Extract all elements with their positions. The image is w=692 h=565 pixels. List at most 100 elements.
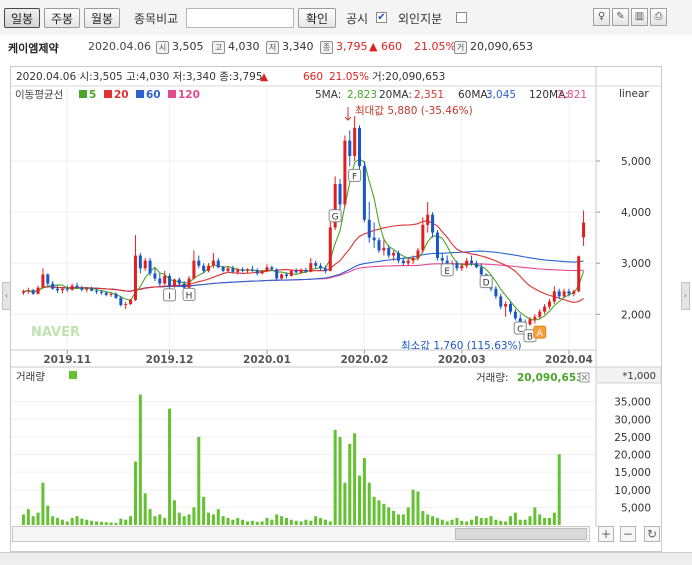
candle-body (387, 247, 391, 256)
ma-value-name: 20MA: (379, 89, 412, 101)
volume-bar (114, 522, 118, 525)
ma-5-line (23, 158, 585, 321)
date-tick-label: 2020.01 (243, 354, 291, 366)
volume-bar (479, 517, 483, 525)
candle-body (236, 269, 240, 272)
candle-body (338, 184, 342, 205)
stock-chart[interactable]: 2,000 3,000 4,000 5,000 2019.11 2019.12 2020.… (11, 67, 662, 527)
candle-body (465, 260, 469, 266)
candle-body (133, 255, 137, 300)
refresh-icon[interactable]: ↻ (644, 526, 660, 542)
volume-bar (426, 514, 430, 525)
volume-bar (187, 514, 191, 525)
candle-body (494, 288, 498, 297)
candle-body (392, 252, 396, 256)
chart-scroll-left-icon[interactable]: ‹ (2, 282, 11, 310)
volume-bar (94, 521, 99, 525)
candle-body (343, 140, 347, 205)
volume-bar (328, 521, 332, 525)
volume-bar (377, 500, 381, 525)
panel-icon[interactable]: ▥ (631, 8, 648, 26)
volume-bar (202, 496, 206, 525)
volume-bar (382, 503, 386, 525)
candle-body (499, 296, 503, 307)
candle-body (109, 293, 113, 295)
open-icon: 시 (156, 40, 169, 54)
summary-volume: 거 20,090,653 (454, 40, 533, 54)
volume-bar (36, 512, 40, 525)
table-header-strip (0, 552, 692, 565)
volume-bar (543, 517, 547, 525)
volume-bar (445, 521, 449, 525)
candle-body (294, 270, 298, 273)
candle-body (202, 265, 206, 271)
pen-icon[interactable]: ✎ (612, 8, 629, 26)
compare-input[interactable] (186, 8, 294, 28)
tab-weekly[interactable]: 주봉 (44, 8, 80, 28)
candle-body (572, 291, 576, 294)
candle-body (60, 288, 64, 291)
volume-bar (153, 516, 157, 525)
candle-body (85, 288, 89, 290)
tab-daily[interactable]: 일봉 (4, 8, 40, 28)
candle-body (70, 285, 74, 290)
ma-value-name: 5MA: (315, 89, 341, 101)
bulb-icon[interactable]: ♀ (593, 8, 610, 26)
candle-body (304, 269, 308, 272)
date-tick-label: 2020.02 (340, 354, 388, 366)
tab-monthly[interactable]: 월봉 (84, 8, 120, 28)
foreign-checkbox[interactable] (456, 12, 467, 23)
price-tick-label: 5,000 (621, 156, 651, 168)
candle-body (36, 287, 40, 294)
volume-bar (323, 519, 327, 525)
candle-body (250, 269, 254, 271)
volume-bar (172, 500, 176, 525)
ma-value: 3,045 (486, 89, 516, 101)
horizontal-scrollbar[interactable] (12, 526, 590, 542)
scrollbar-thumb[interactable] (455, 528, 587, 540)
print-icon[interactable]: ⎙ (650, 8, 667, 26)
volume-bar (148, 509, 152, 525)
volume-bar (289, 519, 293, 525)
confirm-button[interactable]: 확인 (298, 8, 336, 28)
zoom-out-icon[interactable]: − (620, 526, 636, 542)
chart-area[interactable]: 2,000 3,000 4,000 5,000 2019.11 2019.12 2020.… (10, 66, 662, 552)
chart-scroll-right-icon[interactable]: › (681, 282, 690, 310)
ma-legend-swatch (79, 90, 87, 98)
volume-bar (299, 521, 303, 525)
candle-body (557, 291, 561, 297)
ma-legend-swatch (168, 90, 176, 98)
compare-label: 종목비교 (134, 12, 179, 26)
ma-value: 2,823 (347, 89, 377, 101)
disclosure-checkbox[interactable]: ✔ (376, 12, 387, 23)
volume-bar (70, 517, 74, 525)
volume-bar (192, 507, 196, 525)
candle-body (440, 258, 444, 261)
summary-high-value: 4,030 (228, 40, 260, 53)
candle-body (216, 260, 220, 268)
volume-bar (104, 522, 108, 525)
summary-change-pct: 21.05% (414, 40, 456, 53)
candle-body (543, 306, 547, 312)
candle-body (177, 279, 181, 284)
summary-change: ▲ 660 (369, 40, 402, 53)
volume-bar (353, 433, 357, 525)
volume-bar (284, 517, 288, 525)
volume-bar (421, 510, 425, 525)
marker-label: E (444, 267, 450, 277)
candle-body (255, 270, 259, 274)
marker-label: I (168, 292, 171, 302)
date-tick-label: 2019.12 (146, 354, 194, 366)
zoom-in-icon[interactable]: + (598, 526, 614, 542)
candle-body (226, 268, 230, 271)
volume-bar (367, 482, 371, 525)
volume-bar (358, 475, 362, 525)
marker-label: D (483, 279, 490, 289)
price-tick-label: 2,000 (621, 309, 651, 321)
volume-bar (250, 520, 254, 525)
date-tick-label: 2020.04 (545, 354, 593, 366)
volume-bar (440, 519, 444, 525)
candle-body (172, 279, 176, 287)
volume-bar (396, 514, 400, 525)
date-tick-label: 2020.03 (438, 354, 486, 366)
